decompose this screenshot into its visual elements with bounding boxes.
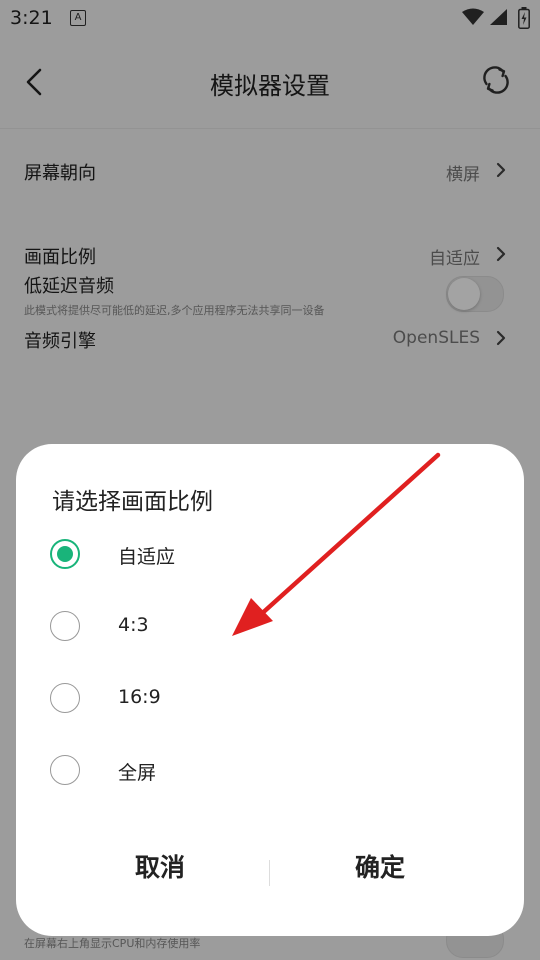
option-16-9[interactable]: 16:9 bbox=[50, 674, 490, 724]
confirm-button[interactable]: 确定 bbox=[280, 848, 480, 884]
action-divider bbox=[269, 860, 270, 886]
option-fullscreen[interactable]: 全屏 bbox=[50, 746, 490, 796]
option-label: 16:9 bbox=[118, 686, 161, 708]
option-adaptive[interactable]: 自适应 bbox=[50, 530, 490, 580]
cancel-button[interactable]: 取消 bbox=[60, 848, 260, 884]
dialog-title: 请选择画面比例 bbox=[52, 489, 213, 515]
aspect-ratio-dialog: 请选择画面比例 自适应 4:3 16:9 全屏 取消 确定 bbox=[16, 444, 524, 936]
option-label: 4:3 bbox=[118, 614, 149, 636]
radio-button[interactable] bbox=[50, 611, 80, 641]
radio-button[interactable] bbox=[50, 755, 80, 785]
dialog-actions: 取消 确定 bbox=[16, 836, 524, 908]
radio-button[interactable] bbox=[50, 539, 80, 569]
option-label: 自适应 bbox=[118, 546, 176, 568]
radio-button[interactable] bbox=[50, 683, 80, 713]
option-4-3[interactable]: 4:3 bbox=[50, 602, 490, 652]
option-label: 全屏 bbox=[118, 762, 157, 784]
